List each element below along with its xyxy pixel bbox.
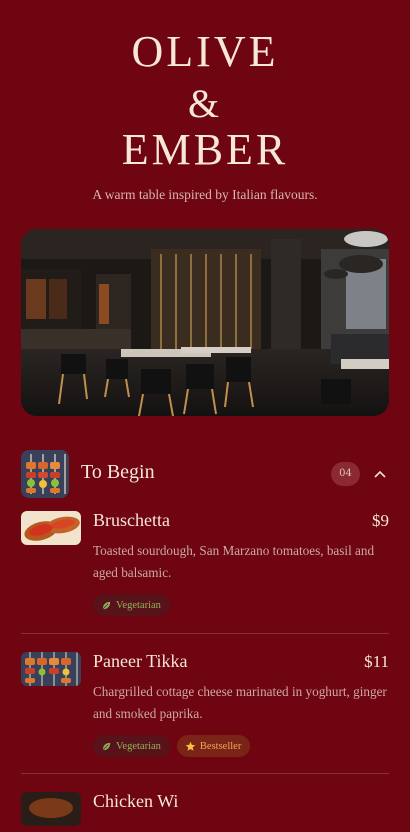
chevron-up-icon [374,470,386,478]
item-name: Chicken Wi [93,791,179,811]
menu-item-chicken-wings[interactable]: Chicken Wi [21,791,389,832]
item-thumbnail [21,792,81,826]
item-count-badge: 04 [331,462,360,486]
tag-label: Bestseller [199,740,242,752]
bestseller-badge: Bestseller [176,735,251,757]
brand-line-1: OLIVE [131,27,279,76]
item-price: $9 [372,511,389,530]
brand-line-2: & [187,81,223,126]
tagline: A warm table inspired by Italian flavour… [92,187,318,202]
item-divider [21,773,389,774]
leaf-icon [102,601,111,609]
star-icon [185,741,196,751]
item-description: Toasted sourdough, San Marzano tomatoes,… [93,543,375,580]
tag-label: Vegetarian [116,599,161,611]
tag-label: Vegetarian [116,740,161,752]
item-description: Chargrilled cottage cheese marinated in … [93,684,387,721]
item-thumbnail [21,511,81,545]
menu-item-paneer-tikka[interactable]: Paneer Tikka $11 Chargrilled cottage che… [21,651,389,762]
restaurant-interior-image [21,229,389,416]
vegetarian-badge: Vegetarian [93,594,170,616]
brand-line-3: EMBER [121,125,289,174]
item-name: Bruschetta [93,510,170,530]
item-divider [21,633,389,634]
section-thumbnail [21,450,69,498]
item-price: $11 [364,652,389,671]
vegetarian-badge: Vegetarian [93,735,170,757]
leaf-icon [102,742,111,750]
section-to-begin-header[interactable]: To Begin 04 [21,450,389,498]
menu-item-bruschetta[interactable]: Bruschetta $9 Toasted sourdough, San Mar… [21,510,389,621]
item-name: Paneer Tikka [93,651,188,671]
section-title: To Begin [81,461,155,483]
item-thumbnail [21,652,81,686]
collapse-button[interactable] [370,462,390,486]
